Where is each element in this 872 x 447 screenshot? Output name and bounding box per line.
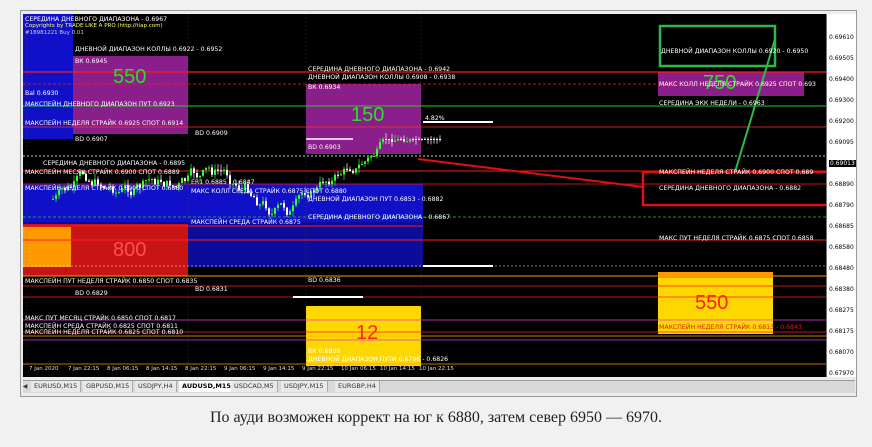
- header-line-2: Copyrights by TRADE LIKE A PRO (http://t…: [25, 23, 163, 29]
- price-tick: 0.69300: [829, 97, 854, 104]
- annotation-green-rect: [658, 24, 777, 68]
- price-tick: 0.68580: [829, 244, 854, 251]
- level-label: ВD 0.6829: [75, 290, 108, 297]
- time-tick: 10 Jan 14:15: [380, 366, 415, 372]
- header-line-1: СЕРЕДИНА ДНЕВНОГО ДИАПАЗОНА - 0.6967: [25, 16, 168, 23]
- daily-box-top-label: ВК 0.6934: [308, 84, 341, 91]
- level-label: СЕРЕДИНА ДНЕВНОГО ДИАПАЗОНА - 0.6895: [43, 160, 186, 167]
- price-tick: 0.68890: [829, 181, 854, 188]
- level-label: ДНЕВНОЙ ДИАПАЗОН ПУТИ 0.6796 - 0.6826: [308, 356, 449, 363]
- symbol-tab[interactable]: EURGBP,H4: [335, 381, 380, 392]
- price-scale[interactable]: 0.69610 0.69505 0.69400 0.69300 0.69200 0.690…: [826, 14, 856, 377]
- level-label: МАКСПЕЙН СРЕДА СТРАЙК 0.6875: [191, 219, 301, 226]
- right-level-label: СЕРЕДИНА ДНЕВНОГО ДИАПАЗОНА - 0.6882: [659, 185, 802, 192]
- red-zone-number: 800: [113, 239, 147, 261]
- post-caption: По ауди возможен коррект на юг к 6880, з…: [209, 409, 663, 426]
- level-label: ВD 0.6907: [75, 136, 108, 143]
- price-tick: 0.69095: [829, 139, 854, 146]
- symbol-tab[interactable]: GBPUSD,M15: [83, 381, 134, 392]
- weekly-box-top-label: ВК 0.6945: [75, 58, 108, 65]
- time-tick: 10 Jan 22:15: [419, 366, 454, 372]
- time-tick: 7 Jan 2020: [29, 366, 59, 372]
- price-tick: 0.69013: [829, 160, 856, 167]
- level-label: ДНЕВНОЙ ДИАПАЗОН КОЛЛЫ 0.6922 - 0.6952: [75, 46, 223, 53]
- time-tick: 9 Jan 14:15: [263, 366, 295, 372]
- level-label: СЕРЕДИНА ДНЕВНОГО ДИАПАЗОНА - 0.6867: [308, 214, 451, 221]
- weekly-box-number: 550: [113, 66, 147, 88]
- bottom-yellow-label: ВК 0.6808: [308, 348, 341, 355]
- right-level-label: МАКСПЕЙН НЕДЕЛЯ СТРАЙК 0.6813 - 0.6843: [659, 324, 802, 331]
- symbol-tab[interactable]: USDJPY,M15: [281, 381, 328, 392]
- orange-zone-left: [23, 227, 71, 267]
- level-label: ВD 0.6909: [195, 130, 228, 137]
- level-label: ДНЕВНОЙ ДИАПАЗОН КОЛЛЫ 0.6908 - 0.6938: [308, 74, 456, 81]
- level-label: МАКСПЕЙН МЕСЯЦ СТРАЙК 0.6900 СПОТ 0.6889: [25, 169, 180, 176]
- daily-box-bottom-label: ВD 0.6903: [308, 144, 341, 151]
- price-tick: 0.68685: [829, 223, 854, 230]
- price-tick: 0.68480: [829, 265, 854, 272]
- weekly-box-bottom-label: Bal 0.6930: [25, 90, 59, 97]
- symbol-tab[interactable]: EURUSD,M15: [31, 381, 82, 392]
- price-tick: 0.68275: [829, 307, 854, 314]
- right-orange-strip: [658, 272, 773, 278]
- time-axis: 7 Jan 2020 7 Jan 22:15 8 Jan 06:15 8 Jan 14…: [23, 365, 826, 377]
- price-chart[interactable]: СЕРЕДИНА ДНЕВНОГО ДИАПАЗОНА - 0.6967 Cop…: [23, 14, 826, 377]
- level-label: МАКСПЕЙН ДНЕВНОГО ДИАПАЗОН ПУТ 0.6923: [25, 101, 175, 108]
- symbol-tab-bar: ◀ EURUSD,M15 GBPUSD,M15 USDJPY,H4 AUDUSD,M1…: [23, 380, 855, 393]
- price-tick: 0.68380: [829, 286, 854, 293]
- price-tick: 0.69400: [829, 76, 854, 83]
- right-level-label: МАКС ПУТ НЕДЕЛЯ СТРАЙК 0.6875 СПОТ 0.685…: [659, 235, 814, 242]
- level-label: МАКСПЕЙН ПУТ НЕДЕЛЯ СТРАЙК 0.6850 СПОТ 0…: [25, 278, 198, 285]
- tabs-scroll-left-icon[interactable]: ◀: [20, 381, 30, 392]
- price-tick: 0.69200: [829, 118, 854, 125]
- level-label: МАКСПЕЙН НЕДЕЛЯ СТРАЙК 0.6900 СПОТ 0.688…: [25, 185, 184, 192]
- right-level-label: СЕРЕДИНА ЭКК НЕДЕЛИ - 0.6963: [659, 100, 765, 107]
- symbol-tab[interactable]: AUDUSD,M15: [179, 381, 235, 392]
- level-label: СЕРЕДИНА ДНЕВНОГО ДИАПАЗОНА - 0.6942: [308, 66, 451, 73]
- time-tick: 8 Jan 22:15: [185, 366, 217, 372]
- level-label: ER1 0.6885 - 0.6847: [191, 179, 255, 186]
- time-tick: 8 Jan 14:15: [146, 366, 178, 372]
- bottom-yellow-number: 12: [356, 322, 379, 344]
- price-tick: 0.68790: [829, 202, 854, 209]
- level-label: МАКС КОЛЛ СРЕДА СТРАЙК 0.6875 СПОТ 0.688…: [191, 188, 347, 195]
- level-label: ВD 0.6831: [195, 286, 228, 293]
- symbol-tab[interactable]: USDJPY,H4: [135, 381, 177, 392]
- level-label: ВD 0.6836: [308, 277, 341, 284]
- daily-box-number: 150: [351, 104, 385, 126]
- level-label: ДНЕВНОЙ ДИАПАЗОН ПУТ 0.6853 - 0.6882: [308, 196, 444, 203]
- time-tick: 7 Jan 22:15: [68, 366, 100, 372]
- level-label: 4.82%: [425, 115, 445, 122]
- price-tick: 0.67970: [829, 370, 854, 377]
- time-tick: 9 Jan 22:15: [302, 366, 334, 372]
- right-yellow-number: 550: [695, 292, 729, 314]
- right-level-label: ДНЕВНОЙ ДИАПАЗОН КОЛЛЫ 0.6920 - 0.6950: [661, 48, 809, 55]
- right-level-label: МАКС КОЛЛ НЕДЕЛЯ СТРАЙК 0.6925 СПОТ 0.69…: [659, 81, 816, 88]
- right-level-label: МАКСПЕЙН НЕДЕЛЯ СТРАЙК 0.6900 СПОТ 0.689: [659, 169, 814, 176]
- level-label: МАКСПЕЙН НЕДЕЛЯ СТРАЙК 0.6825 СПОТ 0.681…: [25, 329, 184, 336]
- price-tick: 0.68070: [829, 349, 854, 356]
- price-tick: 0.68175: [829, 328, 854, 335]
- price-tick: 0.69610: [829, 34, 854, 41]
- time-tick: 9 Jan 06:15: [224, 366, 256, 372]
- time-tick: 8 Jan 06:15: [107, 366, 139, 372]
- symbol-tab[interactable]: USDCAD,M5: [231, 381, 278, 392]
- annotation-red-line: [417, 158, 644, 188]
- level-label: МАКС ПУТ МЕСЯЦ СТРАЙК 0.6850 СПОТ 0.6817: [25, 315, 176, 322]
- time-tick: 10 Jan 06:15: [341, 366, 376, 372]
- price-tick: 0.69505: [829, 55, 854, 62]
- header-line-3: #18981221 Buy 0.01: [25, 30, 84, 36]
- level-label: МАКСПЕЙН НЕДЕЛЯ СТРАЙК 0.6925 СПОТ 0.691…: [25, 120, 184, 127]
